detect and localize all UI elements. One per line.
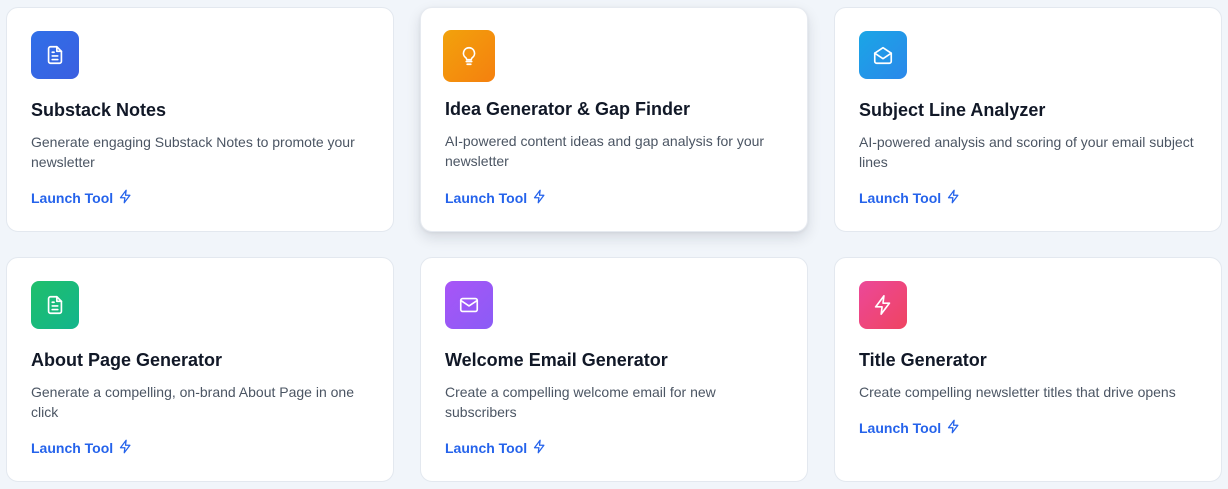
tool-card-idea-generator[interactable]: Idea Generator & Gap Finder AI-powered c… (420, 7, 808, 232)
tools-grid: Substack Notes Generate engaging Substac… (0, 0, 1228, 489)
tool-title: Subject Line Analyzer (859, 100, 1046, 120)
lightning-icon (946, 189, 961, 207)
launch-label: Launch Tool (445, 440, 528, 456)
launch-label: Launch Tool (31, 190, 114, 206)
launch-tool-link[interactable]: Launch Tool (31, 439, 133, 457)
launch-label: Launch Tool (859, 190, 942, 206)
lightning-icon (532, 439, 547, 457)
tool-title: Substack Notes (31, 100, 167, 120)
launch-label: Launch Tool (859, 420, 942, 436)
launch-label: Launch Tool (445, 190, 528, 206)
launch-tool-link[interactable]: Launch Tool (859, 189, 961, 207)
lightning-icon (859, 281, 907, 329)
mail-icon (445, 281, 493, 329)
tool-title: About Page Generator (31, 350, 223, 370)
tool-description: Create a compelling welcome email for ne… (445, 384, 716, 420)
tool-card-substack-notes[interactable]: Substack Notes Generate engaging Substac… (6, 7, 394, 232)
tool-card-about-page-generator[interactable]: About Page Generator Generate a compelli… (6, 257, 394, 482)
tool-card-title-generator[interactable]: Title Generator Create compelling newsle… (834, 257, 1222, 482)
document-icon (31, 281, 79, 329)
launch-tool-link[interactable]: Launch Tool (31, 189, 133, 207)
tool-title: Title Generator (859, 350, 987, 370)
launch-tool-link[interactable]: Launch Tool (445, 189, 547, 207)
tool-title: Welcome Email Generator (445, 350, 668, 370)
launch-label: Launch Tool (31, 440, 114, 456)
tool-title: Idea Generator & Gap Finder (445, 99, 691, 119)
open-mail-icon (859, 31, 907, 79)
tool-description: Generate a compelling, on-brand About Pa… (31, 384, 355, 420)
lightning-icon (118, 439, 133, 457)
document-icon (31, 31, 79, 79)
lightning-icon (118, 189, 133, 207)
tool-description: AI-powered content ideas and gap analysi… (445, 133, 765, 169)
lightning-icon (946, 419, 961, 437)
tool-description: Generate engaging Substack Notes to prom… (31, 134, 355, 170)
lightbulb-icon (443, 30, 495, 82)
tool-card-subject-line-analyzer[interactable]: Subject Line Analyzer AI-powered analysi… (834, 7, 1222, 232)
lightning-icon (532, 189, 547, 207)
launch-tool-link[interactable]: Launch Tool (859, 419, 961, 437)
tool-description: Create compelling newsletter titles that… (859, 384, 1176, 400)
launch-tool-link[interactable]: Launch Tool (445, 439, 547, 457)
tool-card-welcome-email-generator[interactable]: Welcome Email Generator Create a compell… (420, 257, 808, 482)
tool-description: AI-powered analysis and scoring of your … (859, 134, 1194, 170)
